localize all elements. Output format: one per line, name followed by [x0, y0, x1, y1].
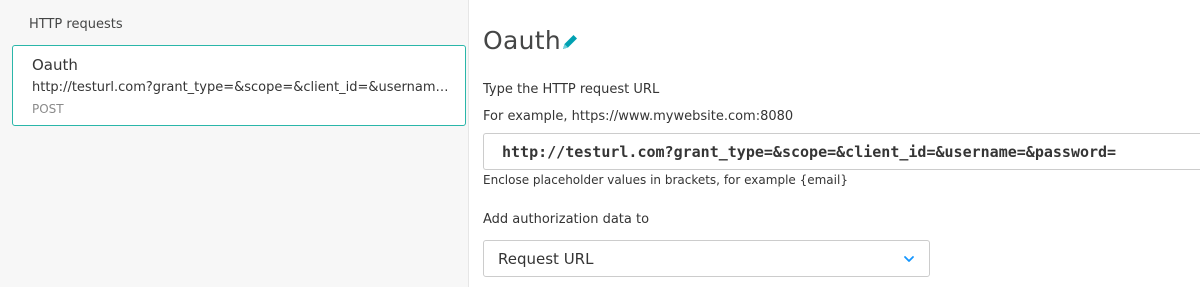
- panel-title: HTTP requests: [29, 17, 123, 32]
- select-value: Request URL: [498, 250, 594, 268]
- request-item-oauth[interactable]: Oauth http://testurl.com?grant_type=&sco…: [12, 45, 466, 126]
- page-title: Oauth: [483, 26, 561, 55]
- request-name: Oauth: [32, 56, 78, 74]
- url-label: Type the HTTP request URL: [483, 82, 660, 97]
- url-input[interactable]: [483, 133, 1200, 170]
- pencil-icon[interactable]: [560, 32, 580, 52]
- url-example: For example, https://www.mywebsite.com:8…: [483, 109, 794, 124]
- auth-label: Add authorization data to: [483, 212, 650, 227]
- request-editor: Oauth Type the HTTP request URL For exam…: [469, 0, 1200, 287]
- url-hint: Enclose placeholder values in brackets, …: [483, 173, 848, 187]
- chevron-down-icon: [904, 256, 914, 262]
- request-url: http://testurl.com?grant_type=&scope=&cl…: [32, 80, 452, 95]
- request-method: POST: [32, 102, 64, 116]
- http-requests-panel: HTTP requests Oauth http://testurl.com?g…: [0, 0, 468, 287]
- auth-target-select[interactable]: Request URL: [483, 240, 930, 277]
